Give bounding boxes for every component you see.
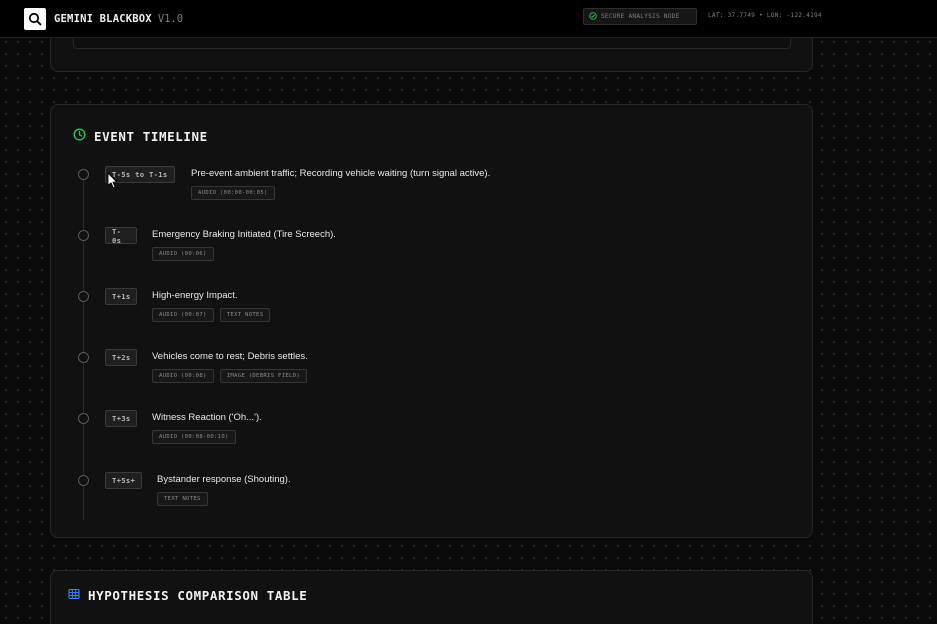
timeline-heading: EVENT TIMELINE [73, 128, 208, 144]
source-tag: IMAGE (DEBRIS FIELD) [219, 369, 308, 383]
source-tag: TEXT NOTES [157, 492, 208, 506]
timeline-event[interactable]: T+5s+ Bystander response (Shouting). TEX… [51, 472, 791, 512]
timeline-title: EVENT TIMELINE [94, 128, 208, 144]
source-tag: TEXT NOTES [219, 308, 271, 322]
app-header: GEMINI BLACKBOX V1.0 SECURE ANALYSIS NOD… [0, 0, 937, 38]
source-tag: AUDIO (00:08) [152, 369, 214, 383]
hypothesis-heading: HYPOTHESIS COMPARISON TABLE [68, 588, 307, 603]
timeline-node [78, 475, 89, 486]
timeline-event[interactable]: T-0s Emergency Braking Initiated (Tire S… [51, 227, 791, 267]
event-tags: TEXT NOTES [157, 492, 208, 506]
timeline-event[interactable]: T+2s Vehicles come to rest; Debris settl… [51, 349, 791, 389]
source-tag: AUDIO (00:08-00:10) [152, 430, 236, 444]
event-tags: AUDIO (00:00-00:05) [191, 186, 275, 200]
timeline-node [78, 230, 89, 241]
mouse-pointer-icon [107, 172, 118, 194]
timeline-node [78, 413, 89, 424]
timeline-event[interactable]: T+3s Witness Reaction ('Oh...'). AUDIO (… [51, 410, 791, 450]
source-tag: AUDIO (00:00-00:05) [191, 186, 275, 200]
event-time-badge[interactable]: T+3s [105, 410, 137, 427]
shield-check-icon [589, 11, 597, 22]
source-tag: AUDIO (00:06) [152, 247, 214, 261]
clock-icon [73, 128, 86, 144]
timeline-node [78, 169, 89, 180]
event-description: Bystander response (Shouting). [157, 474, 291, 485]
source-tag: AUDIO (00:07) [152, 308, 214, 322]
table-icon [68, 588, 80, 603]
event-description: Witness Reaction ('Oh...'). [152, 412, 262, 423]
timeline-node [78, 291, 89, 302]
event-timeline-card: EVENT TIMELINE T-5s to T-1s Pre-event am… [50, 104, 813, 538]
timeline-event[interactable]: T+1s High-energy Impact. AUDIO (00:07) T… [51, 288, 791, 328]
event-tags: AUDIO (00:06) [152, 247, 214, 261]
event-tags: AUDIO (00:08-00:10) [152, 430, 236, 444]
event-time-badge[interactable]: T-0s [105, 227, 137, 245]
event-description: Vehicles come to rest; Debris settles. [152, 351, 308, 362]
app-version: V1.0 [157, 12, 184, 25]
coordinates-readout: LAT: 37.7749 • LON: -122.4194 [708, 12, 822, 19]
hypothesis-card: HYPOTHESIS COMPARISON TABLE [50, 570, 813, 624]
status-badge: SECURE ANALYSIS NODE [583, 8, 697, 25]
status-label: SECURE ANALYSIS NODE [601, 13, 680, 20]
event-time-badge[interactable]: T+1s [105, 288, 137, 305]
hypothesis-title: HYPOTHESIS COMPARISON TABLE [88, 588, 308, 603]
event-time-badge[interactable]: T+5s+ [105, 472, 142, 489]
event-time-badge[interactable]: T+2s [105, 349, 137, 366]
event-description: High-energy Impact. [152, 290, 238, 301]
event-tags: AUDIO (00:07) TEXT NOTES [152, 308, 271, 322]
timeline-event[interactable]: T-5s to T-1s Pre-event ambient traffic; … [51, 166, 791, 206]
event-description: Emergency Braking Initiated (Tire Screec… [152, 229, 336, 240]
event-tags: AUDIO (00:08) IMAGE (DEBRIS FIELD) [152, 369, 308, 383]
app-title: GEMINI BLACKBOX [54, 12, 152, 25]
search-icon[interactable] [24, 7, 46, 30]
timeline-node [78, 352, 89, 363]
event-description: Pre-event ambient traffic; Recording veh… [191, 168, 491, 179]
